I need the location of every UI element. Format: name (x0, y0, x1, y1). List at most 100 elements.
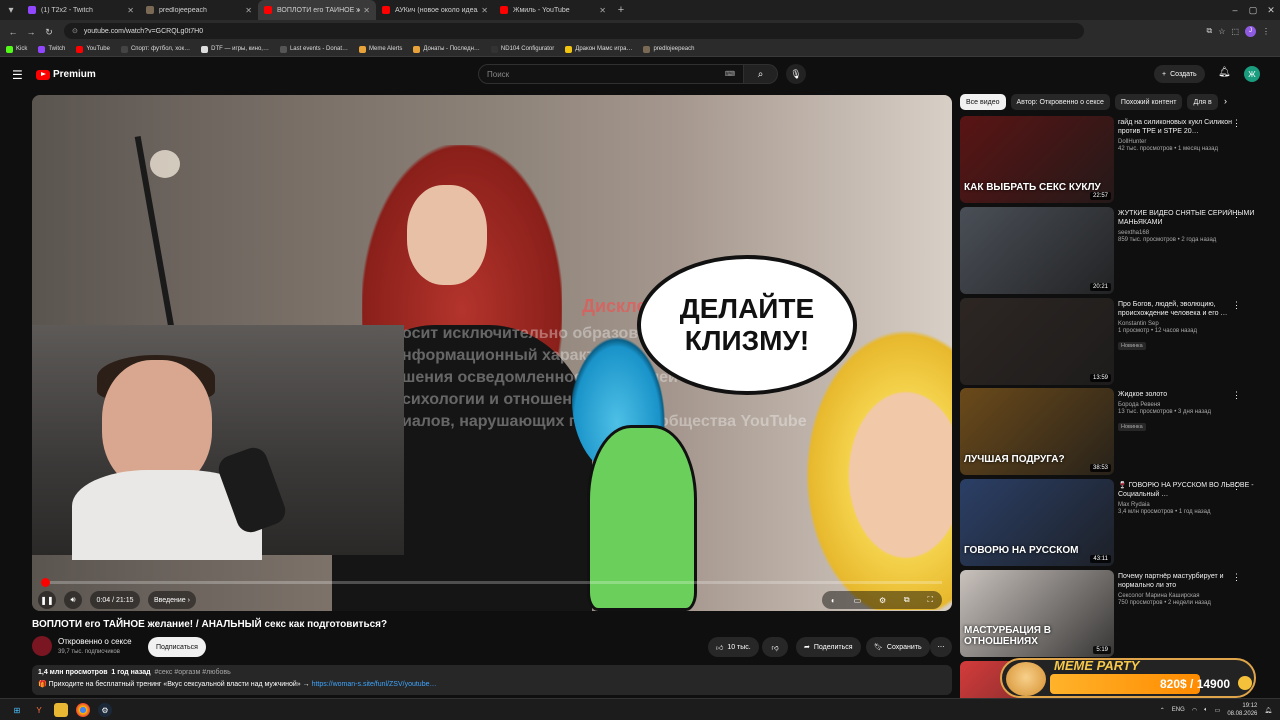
share-button[interactable]: ➦ Поделиться (796, 637, 861, 657)
bookmark-item[interactable]: Дракон Мамс игра… (565, 45, 632, 53)
recommended-video[interactable]: КАК ВЫБРАТЬ СЕКС КУКЛУ 22:57 гайд на силик… (960, 116, 1270, 204)
description-link[interactable]: https://woman-s.site/funl/ZSV/youtube… (312, 681, 437, 688)
back-icon[interactable]: ← (4, 27, 22, 37)
recommended-channel[interactable]: Сексолог Марина Каширская (1118, 593, 1256, 599)
bookmark-item[interactable]: Kick (6, 45, 27, 53)
voice-search-button[interactable]: 🎙︎ (786, 64, 806, 84)
settings-gear-icon[interactable]: ⚙ (879, 596, 886, 605)
bookmark-item[interactable]: Спорт: футбол, хок… (120, 45, 190, 53)
more-vert-icon[interactable]: ⋮ (1232, 209, 1241, 220)
browser-tab[interactable]: АУКич (новое около идеаль…✕ (376, 0, 494, 20)
recommended-video[interactable]: 20:21 ЖУТКИЕ ВИДЕО СНЯТЫЕ СЕРИЙНЫМИ МАНЬЯ… (960, 207, 1270, 295)
miniplayer-icon[interactable]: ⧉ (904, 595, 910, 605)
subscribe-button[interactable]: Подписаться (148, 637, 206, 657)
more-vert-icon[interactable]: ⋮ (1232, 481, 1241, 492)
tray-chevron-icon[interactable]: ⌃ (1160, 707, 1165, 714)
account-avatar[interactable]: Ж (1244, 66, 1260, 82)
menu-hamburger-icon[interactable]: ☰ (12, 68, 23, 82)
video-thumbnail[interactable]: ГОВОРЮ НА РУССКОМ 43:11 (960, 479, 1114, 566)
channel-avatar[interactable] (32, 636, 52, 656)
save-button[interactable]: 🔖︎ Сохранить (866, 637, 930, 657)
video-player[interactable]: Дисклеймер осит исключительно образовате… (32, 95, 952, 611)
notifications-bell-icon[interactable]: 🔔︎ (1218, 67, 1231, 78)
battery-icon[interactable]: ▭ (1215, 707, 1221, 714)
recommended-video[interactable]: ЛУЧШАЯ ПОДРУГА? 38:53 Жидкое золото Борода … (960, 388, 1270, 476)
bookmark-item[interactable]: YouTube (76, 45, 110, 53)
clock[interactable]: 19:12 08.08.2026 (1227, 702, 1257, 718)
recommended-channel[interactable]: Konstantin Sep (1118, 321, 1256, 327)
speaker-icon[interactable]: 🔈︎ (1204, 707, 1208, 714)
filter-chip[interactable]: Все видео (960, 94, 1006, 110)
pause-button[interactable]: ❚❚ (38, 591, 56, 609)
recommended-channel[interactable]: Борода Ревеня (1118, 402, 1256, 408)
filter-chip[interactable]: Для в (1187, 94, 1218, 110)
recommended-channel[interactable]: seextha168 (1118, 230, 1256, 236)
tab-close-icon[interactable]: ✕ (363, 6, 370, 15)
bookmark-item[interactable]: Meme Alerts (359, 45, 402, 53)
video-thumbnail[interactable]: 20:21 (960, 207, 1114, 294)
bookmark-item[interactable]: DTF — игры, кино,… (201, 45, 269, 53)
more-actions-button[interactable]: ⋯ (930, 637, 952, 657)
recommended-video[interactable]: 13:59 Про Богов, людей, эволюцию, происхо… (960, 298, 1270, 386)
recommended-channel[interactable]: Max Rydaia (1118, 502, 1256, 508)
file-explorer-icon[interactable] (54, 703, 68, 717)
search-input[interactable]: Поиск ⌨ (478, 64, 744, 84)
progress-scrubber[interactable] (40, 578, 50, 587)
menu-icon[interactable]: ⋮ (1262, 27, 1270, 36)
notification-bell-icon[interactable]: 🔔︎ (1264, 707, 1272, 714)
site-info-icon[interactable]: ⊙ (72, 27, 78, 35)
video-thumbnail[interactable]: МАСТУРБАЦИЯ В ОТНОШЕНИЯХ 5:19 (960, 570, 1114, 657)
description-box[interactable]: 1,4 млн просмотров 1 год назад #секс #ор… (32, 665, 952, 695)
video-thumbnail[interactable]: 13:59 (960, 298, 1114, 385)
language-indicator[interactable]: ENG (1172, 707, 1185, 713)
more-vert-icon[interactable]: ⋮ (1232, 390, 1241, 401)
bookmark-item[interactable]: Донаты - Последн… (413, 45, 480, 53)
bookmark-item[interactable]: Last events - Donat… (279, 45, 348, 53)
progress-bar[interactable] (40, 578, 942, 587)
bookmark-item[interactable]: predlojeepeach (643, 45, 694, 53)
tab-search-icon[interactable]: ▾ (0, 0, 22, 20)
browser-tab[interactable]: predlojeepeach ✕ (140, 0, 258, 20)
more-vert-icon[interactable]: ⋮ (1232, 300, 1241, 311)
chips-next-icon[interactable]: › (1224, 96, 1227, 106)
forward-icon[interactable]: → (22, 27, 40, 37)
filter-chip[interactable]: Автор: Откровенно о сексе (1010, 94, 1110, 110)
wifi-icon[interactable]: ◠ (1192, 707, 1197, 714)
filter-chip[interactable]: Похожий контент (1114, 94, 1183, 110)
extensions-icon[interactable]: ⬚ (1231, 27, 1239, 36)
dislike-button[interactable]: 👎︎ (762, 637, 788, 657)
profile-avatar[interactable]: J (1245, 25, 1256, 37)
recommended-video[interactable]: ГОВОРЮ НА РУССКОМ 43:11 🍷 ГОВОРЮ НА РУССКО… (960, 479, 1270, 567)
like-button[interactable]: 👍︎ 10 тыс. (708, 637, 759, 657)
chrome-icon[interactable] (76, 703, 90, 717)
youtube-logo[interactable]: Premium (36, 69, 96, 80)
keyboard-icon[interactable]: ⌨ (725, 70, 735, 78)
search-button[interactable]: ⌕ (744, 64, 778, 84)
tab-close-icon[interactable]: ✕ (127, 6, 134, 15)
bookmark-item[interactable]: ND104 Configurator (490, 45, 554, 53)
install-icon[interactable]: ⧉ (1207, 26, 1213, 36)
new-tab-button[interactable]: + (612, 4, 630, 16)
fullscreen-icon[interactable]: ⛶ (927, 595, 933, 605)
create-button[interactable]: + Создать (1154, 65, 1205, 83)
bookmark-item[interactable]: Twitch (38, 45, 65, 53)
windows-start-icon[interactable]: ⊞ (10, 703, 24, 717)
more-vert-icon[interactable]: ⋮ (1232, 572, 1241, 583)
chapter-button[interactable]: Введение › (148, 591, 196, 609)
recommended-channel[interactable]: DollHunter (1118, 139, 1256, 145)
browser-tab[interactable]: (1) T2x2 - Twitch ✕ (22, 0, 140, 20)
tab-close-icon[interactable]: ✕ (245, 6, 252, 15)
channel-name[interactable]: Откровенно о сексе (58, 637, 132, 646)
recommended-video[interactable]: МАСТУРБАЦИЯ В ОТНОШЕНИЯХ 5:19 Почему партн… (960, 570, 1270, 658)
bookmark-star-icon[interactable]: ☆ (1218, 27, 1225, 36)
volume-button[interactable]: 🔊︎ (64, 591, 82, 609)
maximize-icon[interactable]: ▢ (1244, 0, 1262, 20)
tab-close-icon[interactable]: ✕ (481, 6, 488, 15)
video-thumbnail[interactable]: КАК ВЫБРАТЬ СЕКС КУКЛУ 22:57 (960, 116, 1114, 203)
steam-icon[interactable]: ⚙ (98, 703, 112, 717)
browser-tab[interactable]: ВОПЛОТИ его ТАЙНОЕ ж ✕ (258, 0, 376, 20)
video-thumbnail[interactable]: ЛУЧШАЯ ПОДРУГА? 38:53 (960, 388, 1114, 475)
hashtags[interactable]: #секс #оргазм #любовь (154, 669, 230, 676)
autoplay-toggle-icon[interactable]: ◐ (831, 596, 836, 605)
subtitles-icon[interactable]: ▭ (854, 596, 862, 605)
